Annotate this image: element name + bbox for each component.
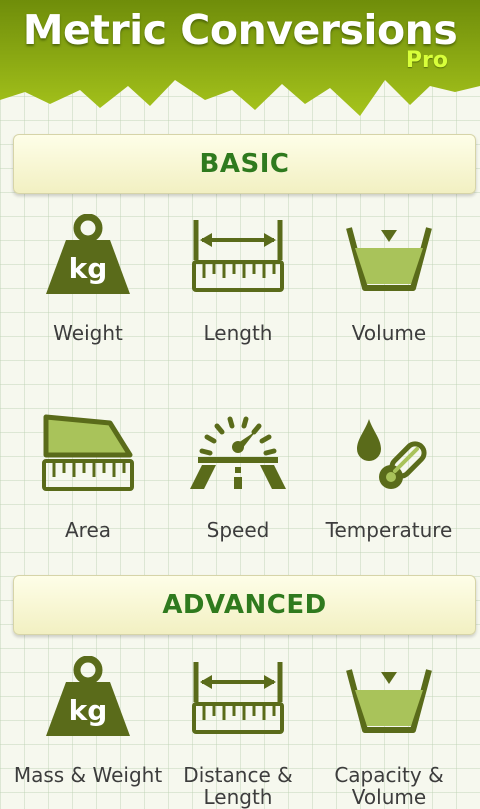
- section-header-basic: BASIC: [13, 134, 476, 194]
- tile-volume[interactable]: Volume: [314, 214, 464, 364]
- tile-label: Capacity & Volume: [334, 763, 444, 809]
- tile-label: Length: [203, 321, 273, 345]
- thermometer-icon: [357, 419, 427, 489]
- tile-label: Temperature: [325, 518, 453, 542]
- tile-capacity-volume[interactable]: Capacity & Volume: [314, 656, 464, 808]
- ruler-icon: [192, 220, 284, 292]
- svg-text:kg: kg: [69, 252, 108, 285]
- tile-speed[interactable]: Speed: [163, 411, 313, 561]
- area-ruler-icon: [42, 414, 134, 491]
- section-header-advanced: ADVANCED: [13, 575, 476, 635]
- tile-label: Weight: [53, 321, 123, 345]
- tile-temperature[interactable]: Temperature: [314, 411, 464, 561]
- tile-mass-weight[interactable]: kg Mass & Weight: [13, 656, 163, 806]
- tile-label: Distance & Length: [183, 763, 293, 809]
- app-title: Metric Conversions: [22, 6, 458, 54]
- beaker-icon: [346, 227, 432, 291]
- tile-label: Mass & Weight: [13, 763, 163, 787]
- tile-distance-length[interactable]: Distance & Length: [163, 656, 313, 808]
- app-header: Metric Conversions Pro: [0, 0, 480, 118]
- tile-area[interactable]: Area: [13, 411, 163, 561]
- svg-text:kg: kg: [69, 694, 108, 727]
- kg-weight-icon: kg: [46, 214, 130, 294]
- ruler-icon: [192, 662, 284, 734]
- tile-weight[interactable]: kg Weight: [13, 214, 163, 364]
- tile-label: Speed: [206, 518, 270, 542]
- tile-label: Area: [64, 518, 112, 542]
- tile-length[interactable]: Length: [163, 214, 313, 364]
- kg-weight-icon: kg: [46, 656, 130, 736]
- beaker-icon: [346, 669, 432, 733]
- tile-label: Volume: [351, 321, 427, 345]
- speedometer-icon: [190, 416, 286, 489]
- app-edition-badge: Pro: [405, 48, 448, 73]
